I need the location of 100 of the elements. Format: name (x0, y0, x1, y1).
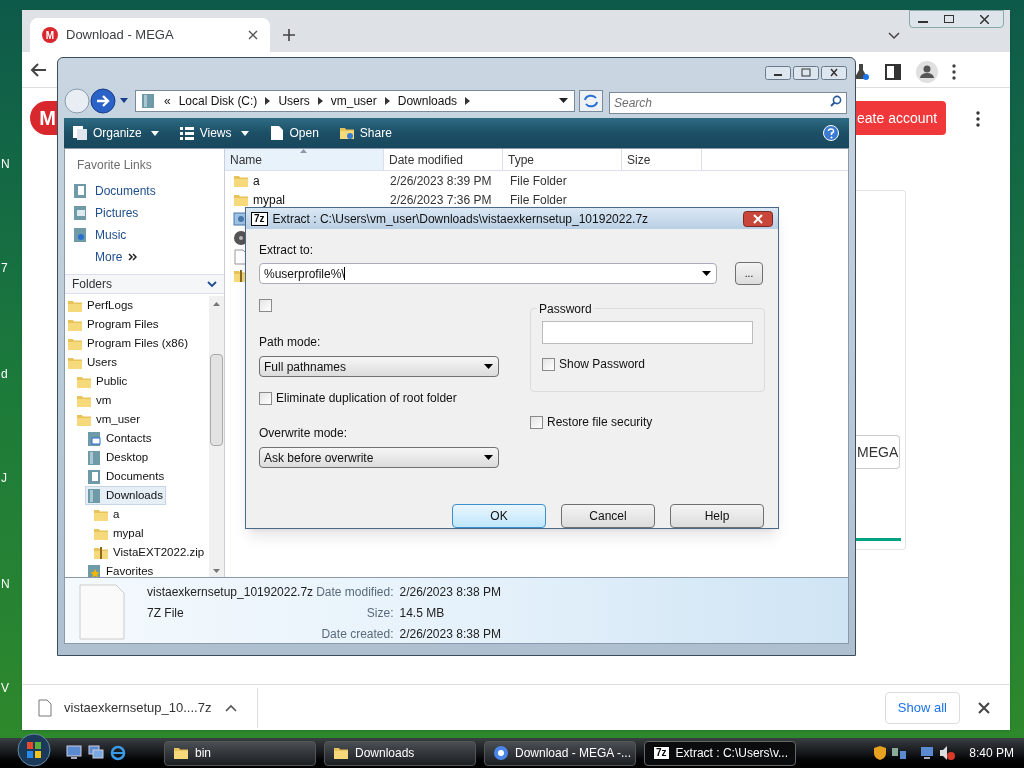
checkbox-label[interactable]: Restore file security (547, 413, 653, 431)
taskbar-button[interactable]: 7z Extract : C:\Users\v... (644, 740, 796, 766)
more-link[interactable]: More (95, 248, 123, 266)
toolbar-button[interactable]: Share (336, 121, 394, 145)
caret-icon[interactable] (120, 98, 128, 104)
side-panel-icon[interactable] (884, 63, 902, 81)
breadcrumb-overflow[interactable]: « (164, 92, 171, 110)
dialog-button[interactable]: Help (670, 504, 764, 528)
desktop-icon-label[interactable]: d (1, 368, 8, 380)
breadcrumb-item[interactable]: Users (278, 92, 310, 110)
tree-item[interactable]: Documents (85, 466, 168, 487)
maximize-icon[interactable] (944, 15, 954, 23)
file-name[interactable]: mypal (253, 190, 285, 209)
profile-icon[interactable] (916, 61, 938, 83)
close-icon[interactable] (743, 210, 773, 227)
forward-button-icon[interactable] (90, 88, 116, 114)
double-chevron-icon[interactable] (128, 253, 138, 261)
chevron-icon[interactable] (317, 97, 323, 105)
refresh-icon[interactable] (579, 90, 603, 112)
checkbox-label[interactable]: Eliminate duplication of root folder (276, 389, 457, 407)
desktop-icon-label[interactable]: 7 (1, 262, 8, 274)
password-field[interactable] (542, 321, 753, 344)
tree-item[interactable]: a (92, 504, 123, 525)
checkbox[interactable] (259, 299, 272, 312)
desktop-icon-label[interactable]: J (1, 472, 7, 484)
tree-item[interactable]: Program Files (66, 314, 162, 335)
browser-icon[interactable] (110, 745, 126, 761)
toolbar-button[interactable]: Views (176, 121, 251, 145)
taskbar-button[interactable]: Downloads (324, 740, 476, 766)
tree-item[interactable]: Contacts (85, 428, 155, 449)
caret-icon[interactable] (888, 32, 900, 40)
close-icon[interactable] (980, 14, 989, 24)
tree-item[interactable]: vm (75, 390, 115, 411)
back-icon[interactable] (30, 60, 48, 79)
checkbox[interactable] (259, 391, 272, 405)
network-icon[interactable] (891, 745, 908, 761)
tree-item[interactable]: Users (66, 352, 121, 373)
browser-tab[interactable]: M Download - MEGA (30, 18, 270, 52)
checkbox[interactable] (530, 415, 543, 429)
desktop-icon-label[interactable]: N (1, 158, 10, 170)
favorite-link[interactable]: Music (65, 224, 224, 246)
create-account-button[interactable]: eate account (856, 101, 946, 135)
checkbox-label[interactable]: Show Password (559, 355, 646, 373)
taskbar-button[interactable]: bin (164, 740, 316, 766)
checkbox[interactable] (542, 357, 555, 371)
breadcrumb-item[interactable]: Local Disk (C:) (178, 92, 258, 110)
scrollbar-thumb[interactable] (210, 354, 223, 446)
desktop-icon-label[interactable]: V (1, 682, 9, 694)
extract-path-field[interactable]: %userprofile%\ (259, 263, 717, 284)
chevron-icon[interactable] (384, 97, 390, 105)
page-logo[interactable]: M (30, 101, 57, 135)
desktop-icon-label[interactable]: N (1, 578, 10, 590)
tree-item[interactable]: mypal (92, 523, 147, 544)
dialog-button[interactable]: OK (452, 504, 546, 528)
close-icon[interactable] (821, 66, 847, 80)
dropdown[interactable]: Ask before overwrite (259, 447, 499, 468)
tree-item[interactable]: vm_user (75, 409, 144, 430)
favorite-link[interactable]: Pictures (65, 202, 224, 224)
mega-button[interactable]: MEGA (856, 435, 900, 469)
tree-item[interactable]: Desktop (85, 447, 152, 468)
toolbar-button[interactable]: Organize (70, 121, 161, 145)
start-button-icon[interactable] (16, 732, 52, 768)
muted-speaker-icon[interactable] (939, 745, 956, 761)
menu-icon[interactable] (976, 111, 980, 127)
scrollbar[interactable] (209, 296, 224, 577)
close-icon[interactable] (978, 701, 990, 714)
browse-button[interactable]: ... (735, 262, 763, 285)
tree-item[interactable]: PerfLogs (66, 296, 137, 316)
tree-item[interactable]: VistaEXT2022.zip (92, 542, 208, 563)
dialog-button[interactable]: Cancel (561, 504, 655, 528)
chevron-icon[interactable] (465, 97, 471, 105)
folders-header[interactable]: Folders (65, 274, 224, 294)
column-header[interactable]: Name (225, 149, 384, 170)
breadcrumb-item[interactable]: vm_user (330, 92, 377, 110)
download-file-name[interactable]: vistaexkernsetup_10....7z (64, 697, 212, 718)
search-field[interactable]: Search (609, 92, 847, 114)
toolbar-button[interactable]: Open (266, 121, 321, 145)
tree-item[interactable]: Program Files (x86) (66, 333, 191, 354)
taskbar-button[interactable]: Download - MEGA -... (484, 740, 636, 766)
chevron-icon[interactable] (265, 97, 271, 105)
tree-item[interactable]: Public (75, 371, 131, 392)
window-switch-icon[interactable] (88, 745, 104, 759)
tree-item[interactable]: Downloads (85, 485, 166, 506)
menu-icon[interactable] (952, 64, 956, 80)
show-all-button[interactable]: Show all (884, 691, 960, 724)
desktop-icon[interactable] (66, 745, 82, 759)
breadcrumb-item[interactable]: Downloads (397, 92, 458, 110)
clock[interactable]: 8:40 PM (969, 744, 1014, 762)
network-icon[interactable] (919, 745, 936, 761)
file-name[interactable]: a (253, 171, 260, 190)
caret-icon[interactable] (225, 703, 238, 712)
address-bar[interactable]: « Local Disk (C:) Users vm_user Downloads (135, 90, 575, 112)
caret-icon[interactable] (559, 98, 568, 104)
help-icon[interactable] (823, 125, 839, 141)
new-tab-icon[interactable] (282, 28, 296, 42)
dropdown[interactable]: Full pathnames (259, 356, 499, 377)
minimize-icon[interactable] (765, 66, 791, 80)
favorite-link[interactable]: Documents (65, 180, 224, 202)
window-controls[interactable] (909, 10, 1004, 28)
tree-item[interactable]: Favorites (85, 561, 157, 577)
